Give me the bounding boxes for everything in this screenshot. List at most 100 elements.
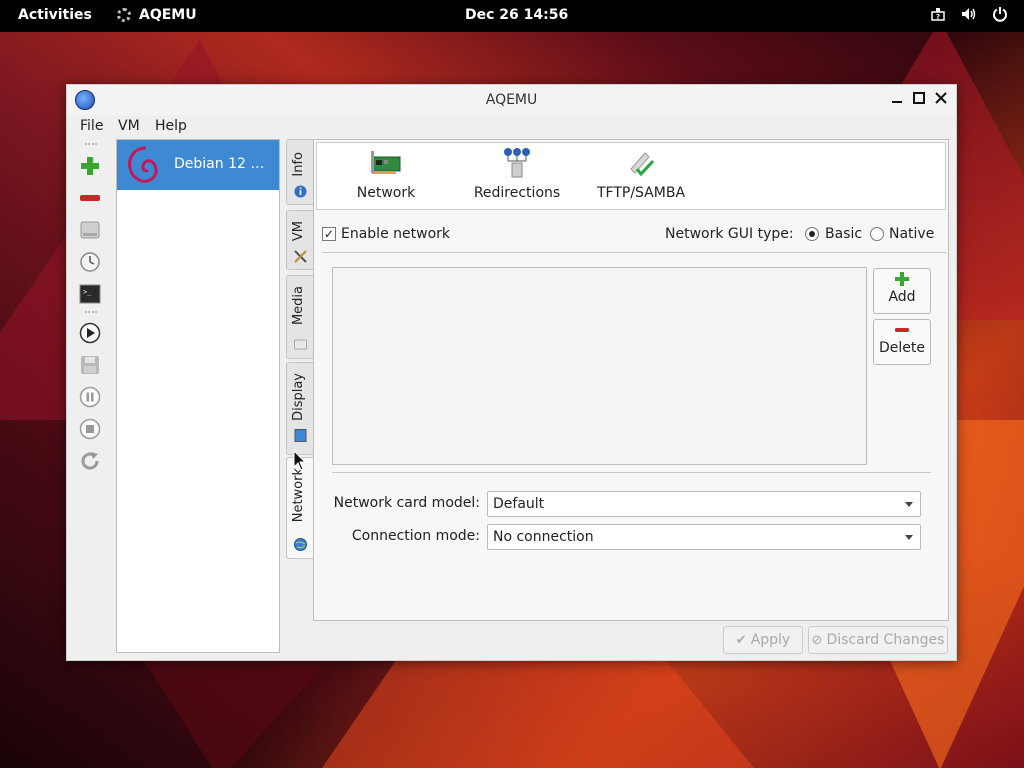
tools-icon <box>294 250 307 263</box>
network-card-icon <box>371 151 401 174</box>
stop-button[interactable] <box>73 415 107 443</box>
network-panel: Network Redirections TFTP/SAMBA ✓ Enable… <box>313 139 949 621</box>
tab-info-label: Info <box>291 152 306 177</box>
menu-file[interactable]: File <box>80 118 103 134</box>
card-model-value: Default <box>493 496 545 512</box>
terminal-button[interactable]: >_ <box>73 280 107 308</box>
app-gear-icon <box>117 8 131 22</box>
divider <box>322 252 946 253</box>
close-icon <box>935 92 947 104</box>
network-cards-list[interactable] <box>332 267 867 465</box>
stop-icon <box>79 418 101 440</box>
info-icon <box>294 185 307 198</box>
top-bar: Activities AQEMU Dec 26 14:56 ? <box>0 0 1024 32</box>
menu-help[interactable]: Help <box>155 118 187 134</box>
enable-network-checkbox[interactable]: ✓ <box>322 227 336 241</box>
network-topology-icon <box>504 148 530 178</box>
tab-vm[interactable]: VM <box>286 210 313 270</box>
vm-list-item[interactable]: Debian 12 MI… <box>117 140 279 190</box>
monitor-icon <box>294 429 307 442</box>
aqemu-window: AQEMU File VM Help >_ Debian 12 MI… Info… <box>66 84 957 661</box>
close-button[interactable] <box>931 89 951 109</box>
tab-display-label: Display <box>291 373 306 421</box>
minimize-icon <box>892 101 902 103</box>
pause-icon <box>79 386 101 408</box>
apply-button[interactable]: ✔ Apply <box>723 626 803 654</box>
app-menu-label: AQEMU <box>139 7 197 23</box>
tab-vm-label: VM <box>291 221 306 242</box>
system-tray[interactable]: ? <box>930 6 1008 22</box>
tab-network[interactable]: Network <box>286 457 314 559</box>
tab-network-label: Network <box>291 468 306 523</box>
maximize-icon <box>913 92 925 104</box>
subtab-network[interactable]: Network <box>355 147 417 207</box>
gui-basic-label[interactable]: Basic <box>825 226 862 242</box>
tab-info[interactable]: Info <box>286 139 313 205</box>
subtab-redirections-label: Redirections <box>473 185 561 201</box>
delete-vm-button[interactable] <box>73 184 107 212</box>
network-subtabs: Network Redirections TFTP/SAMBA <box>316 142 946 210</box>
cable-check-icon <box>630 152 655 177</box>
vm-list[interactable]: Debian 12 MI… <box>116 139 280 653</box>
menu-vm[interactable]: VM <box>118 118 140 134</box>
add-vm-icon <box>81 157 99 175</box>
start-button[interactable] <box>73 319 107 347</box>
cdrom-icon <box>294 339 307 350</box>
clock-icon <box>80 252 100 272</box>
vm-settings-tabs: Info VM Media Display Network <box>286 139 314 559</box>
connection-mode-select[interactable]: No connection <box>487 524 921 550</box>
vm-list-item-label: Debian 12 MI… <box>174 156 276 172</box>
title-bar[interactable]: AQEMU <box>67 85 956 115</box>
power-icon <box>993 7 1007 22</box>
discard-changes-button[interactable]: ⊘ Discard Changes <box>808 626 948 654</box>
save-icon <box>81 356 99 374</box>
tab-media[interactable]: Media <box>286 275 313 359</box>
volume-icon <box>962 8 976 20</box>
connection-mode-label: Connection mode: <box>351 528 480 544</box>
svg-text:?: ? <box>936 13 940 21</box>
divider <box>332 472 931 473</box>
toolbar-separator <box>85 143 97 146</box>
activities-button[interactable]: Activities <box>18 7 92 23</box>
subtab-network-label: Network <box>356 185 416 201</box>
add-vm-button[interactable] <box>73 152 107 180</box>
maximize-button[interactable] <box>909 89 929 109</box>
app-menu[interactable]: AQEMU <box>117 7 197 23</box>
window-title: AQEMU <box>485 92 538 108</box>
chevron-down-icon <box>905 502 913 507</box>
menu-bar: File VM Help <box>67 115 956 139</box>
reset-button[interactable] <box>73 447 107 475</box>
delete-network-button[interactable]: Delete <box>873 319 931 365</box>
debian-logo-icon <box>128 146 158 183</box>
subtab-redirections[interactable]: Redirections <box>471 147 563 207</box>
remove-icon <box>895 328 909 332</box>
card-model-label: Network card model: <box>333 495 480 511</box>
enable-network-row: ✓ Enable network Network GUI type: Basic… <box>322 224 938 248</box>
add-network-label: Add <box>888 289 916 305</box>
clock[interactable]: Dec 26 14:56 <box>465 7 568 23</box>
gui-basic-radio[interactable] <box>805 227 819 241</box>
tab-media-label: Media <box>291 286 306 326</box>
snapshot-button[interactable] <box>73 248 107 276</box>
enable-network-label[interactable]: Enable network <box>341 226 450 242</box>
hdd-icon <box>80 221 100 239</box>
svg-text:>_: >_ <box>83 288 92 296</box>
check-icon: ✔ <box>735 632 747 648</box>
gui-native-radio[interactable] <box>870 227 884 241</box>
mouse-cursor-icon <box>293 450 307 471</box>
card-model-select[interactable]: Default <box>487 491 921 517</box>
minimize-button[interactable] <box>887 89 907 109</box>
subtab-tftp-samba-label: TFTP/SAMBA <box>596 185 686 201</box>
gui-native-label[interactable]: Native <box>889 226 934 242</box>
hdd-button[interactable] <box>73 216 107 244</box>
delete-network-label: Delete <box>879 340 925 356</box>
reset-icon <box>81 452 99 470</box>
tab-display[interactable]: Display <box>286 362 313 455</box>
discard-changes-label: Discard Changes <box>826 632 945 648</box>
card-model-row: Network card model: Default <box>314 491 934 517</box>
subtab-tftp-samba[interactable]: TFTP/SAMBA <box>595 147 687 207</box>
save-button[interactable] <box>73 351 107 379</box>
apply-label: Apply <box>750 632 791 648</box>
add-network-button[interactable]: Add <box>873 268 931 314</box>
pause-button[interactable] <box>73 383 107 411</box>
